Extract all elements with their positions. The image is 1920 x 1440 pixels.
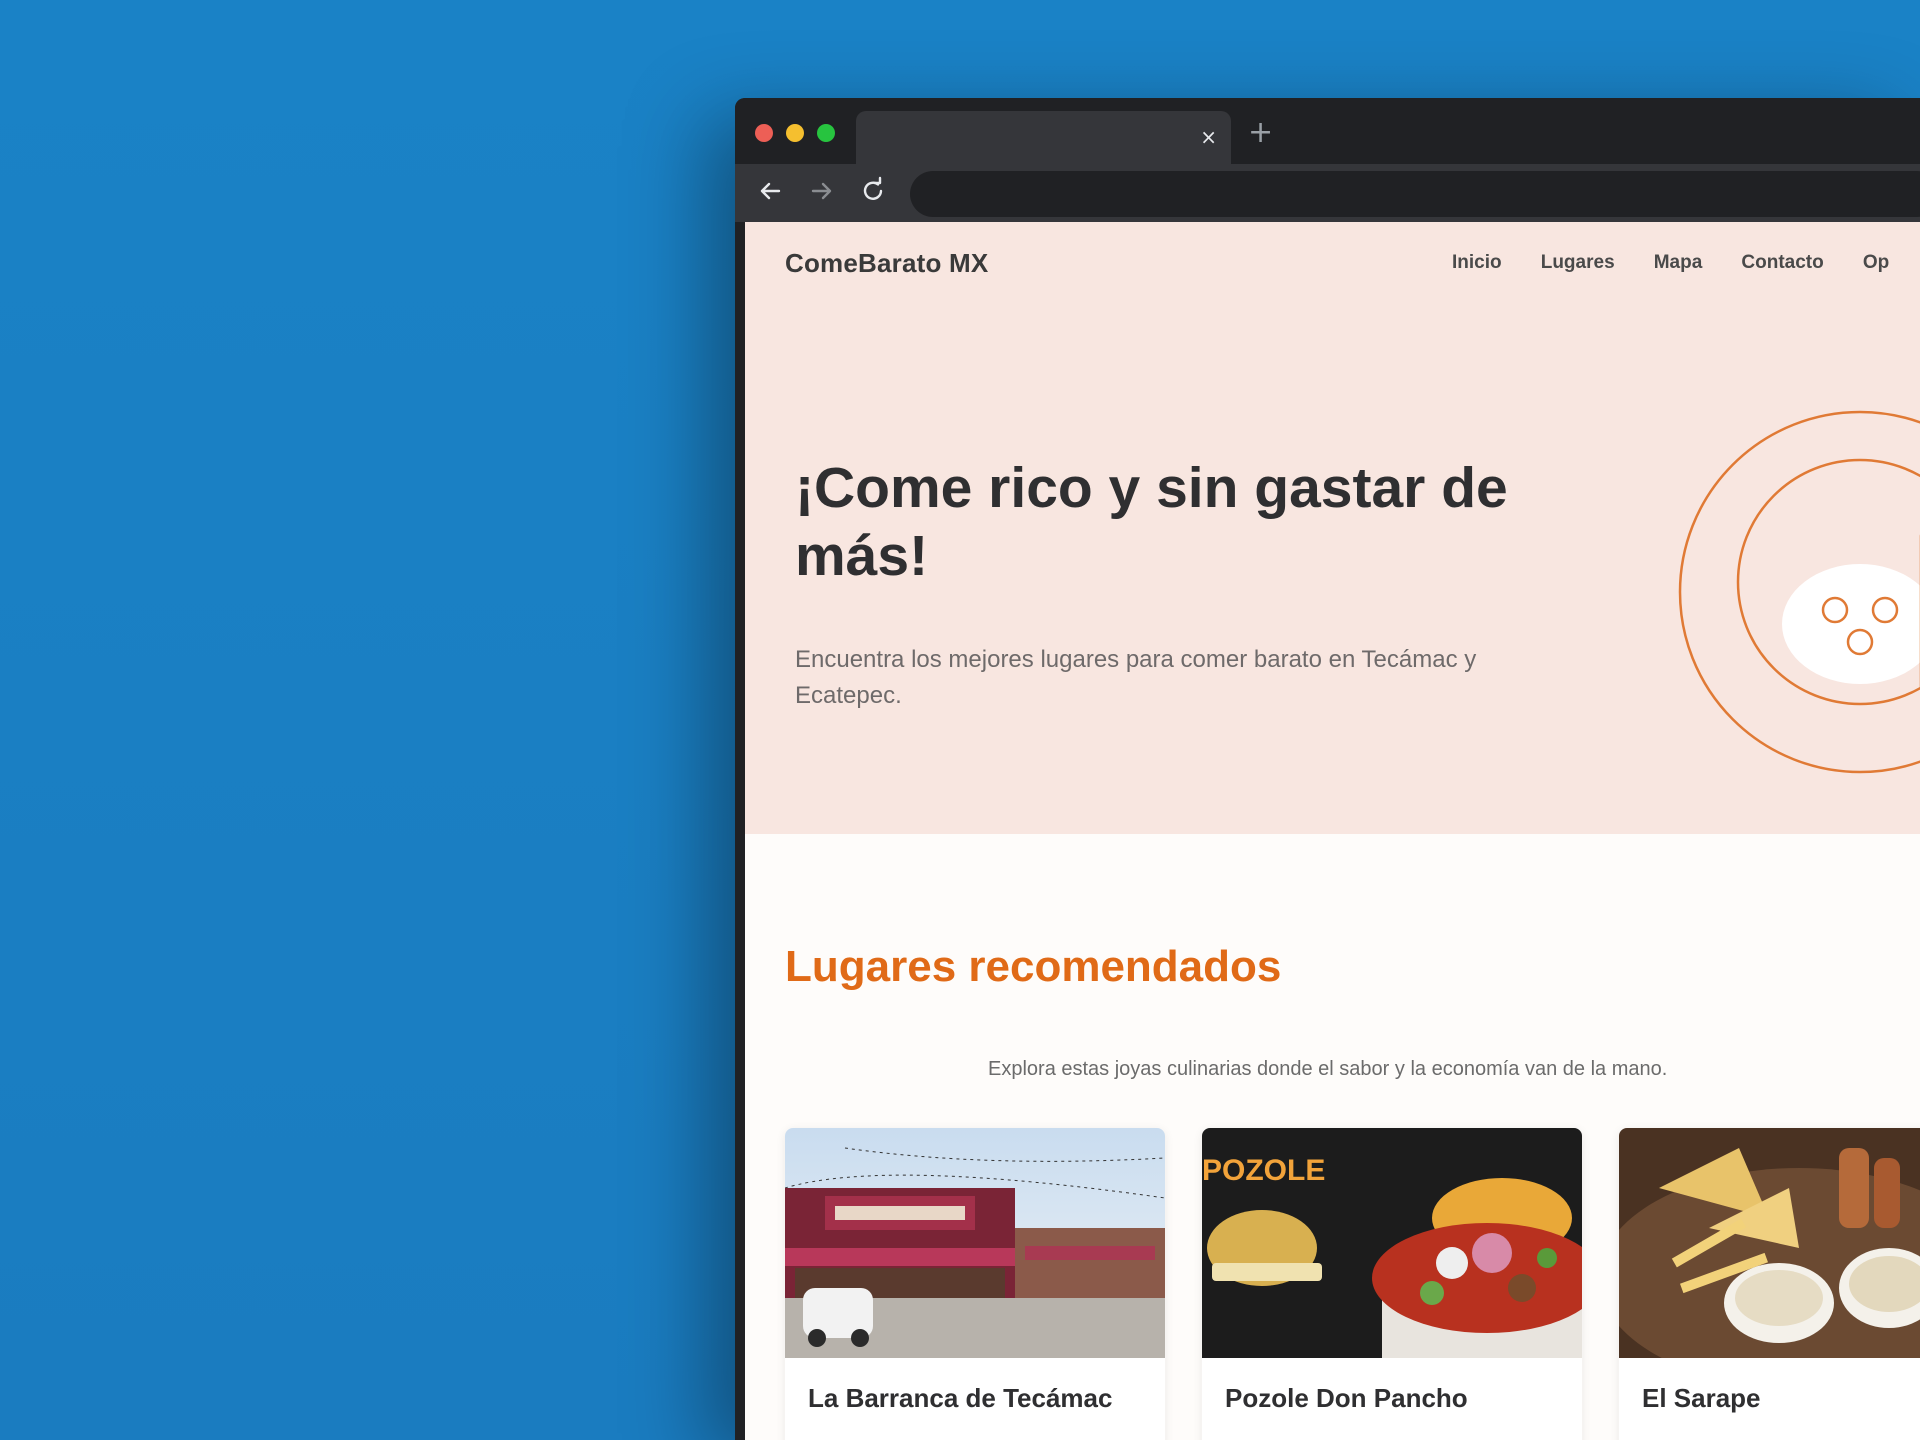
maximize-window-button[interactable] <box>817 124 835 142</box>
back-arrow-icon[interactable] <box>753 174 787 208</box>
hero-title: ¡Come rico y sin gastar de más! <box>795 456 1508 588</box>
tab-bar: × + <box>735 98 1920 164</box>
new-tab-icon[interactable]: + <box>1248 118 1273 148</box>
minimize-window-button[interactable] <box>786 124 804 142</box>
forward-arrow-icon[interactable] <box>805 174 839 208</box>
food-platter-image <box>1619 1128 1920 1358</box>
place-card[interactable]: POZOLE Pozole Don Pancho <box>1202 1128 1582 1440</box>
nav-link-contacto[interactable]: Contacto <box>1741 252 1823 274</box>
card-title[interactable]: La Barranca de Tecámac <box>808 1380 1148 1416</box>
reload-icon[interactable] <box>856 174 890 208</box>
section-subtitle: Explora estas joyas culinarias donde el … <box>988 1058 1668 1080</box>
tab-close-icon[interactable]: × <box>1200 125 1217 149</box>
place-card[interactable]: La Barranca de Tecámac <box>785 1128 1165 1440</box>
nav-link-lugares[interactable]: Lugares <box>1541 252 1615 274</box>
pozole-image-text: POZOLE <box>1202 1154 1325 1187</box>
nav-link-inicio[interactable]: Inicio <box>1452 252 1502 274</box>
section-title: Lugares recomendados <box>785 942 1282 991</box>
site-nav: Inicio Lugares Mapa Contacto Op <box>1452 252 1920 274</box>
close-window-button[interactable] <box>755 124 773 142</box>
address-bar[interactable] <box>910 171 1920 217</box>
pozole-bowl-image: POZOLE <box>1202 1128 1582 1358</box>
nav-link-op[interactable]: Op <box>1863 252 1889 274</box>
hero-subtitle: Encuentra los mejores lugares para comer… <box>795 646 1477 709</box>
plate-illustration-icon <box>1678 410 1920 774</box>
browser-toolbar <box>735 164 1920 222</box>
page-viewport: ComeBarato MX Inicio Lugares Mapa Contac… <box>745 222 1920 1440</box>
card-title[interactable]: El Sarape <box>1642 1380 1920 1416</box>
nav-link-mapa[interactable]: Mapa <box>1654 252 1703 274</box>
browser-tab[interactable]: × <box>856 111 1231 164</box>
browser-window: × + ComeBarato MX Inicio Lugares Mapa Co… <box>735 98 1920 1440</box>
restaurant-facade-image <box>785 1128 1165 1358</box>
card-title[interactable]: Pozole Don Pancho <box>1225 1380 1565 1416</box>
hero-section: ComeBarato MX Inicio Lugares Mapa Contac… <box>745 222 1920 834</box>
place-card[interactable]: El Sarape <box>1619 1128 1920 1440</box>
site-brand[interactable]: ComeBarato MX <box>785 248 988 279</box>
